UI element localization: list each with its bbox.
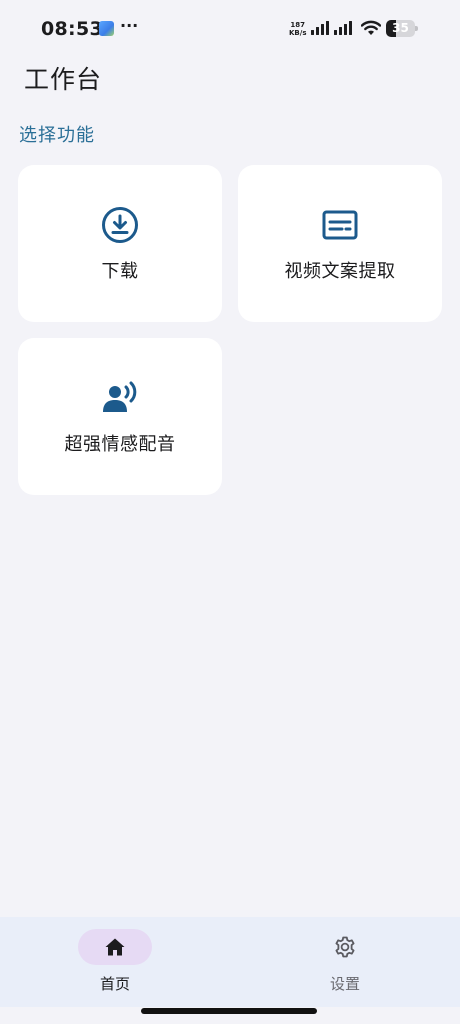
- screen: 08:53 ··· 187 KB/s 35 工作台 选择功能 下载 视频文案提取…: [0, 0, 460, 1024]
- battery-level: 35: [392, 21, 409, 35]
- download-icon: [102, 207, 138, 243]
- network-speed-unit: KB/s: [289, 29, 307, 37]
- nav-label-home: 首页: [99, 975, 130, 993]
- subtitles-icon: [322, 210, 358, 240]
- download-card[interactable]: 下载: [18, 165, 222, 322]
- nav-item-settings[interactable]: 设置: [230, 917, 460, 1007]
- gear-icon: [335, 936, 355, 958]
- page-title: 工作台: [24, 65, 103, 94]
- emotion-voiceover-card[interactable]: 超强情感配音: [18, 338, 222, 495]
- home-icon: [105, 938, 125, 956]
- network-speed: 187 KB/s: [289, 21, 306, 37]
- status-time: 08:53: [41, 18, 103, 40]
- voice-over-icon: [103, 381, 137, 412]
- nav-label-settings: 设置: [329, 975, 360, 993]
- signal-icon: [311, 21, 352, 35]
- video-text-extract-card[interactable]: 视频文案提取: [238, 165, 442, 322]
- app-notification-icon: [99, 21, 114, 36]
- emotion-voiceover-label: 超强情感配音: [64, 434, 176, 455]
- more-notifications-icon: ···: [120, 16, 139, 35]
- wifi-icon: [361, 20, 381, 35]
- nav-item-home[interactable]: 首页: [0, 917, 230, 1007]
- section-label: 选择功能: [19, 125, 95, 146]
- download-card-label: 下载: [101, 261, 139, 282]
- bottom-navigation: 首页 设置: [0, 917, 460, 1007]
- video-text-extract-label: 视频文案提取: [284, 261, 396, 282]
- home-indicator[interactable]: [141, 1008, 317, 1014]
- battery-icon: 35: [386, 20, 418, 37]
- network-speed-value: 187: [290, 21, 306, 29]
- status-bar: 08:53 ··· 187 KB/s 35: [0, 0, 460, 60]
